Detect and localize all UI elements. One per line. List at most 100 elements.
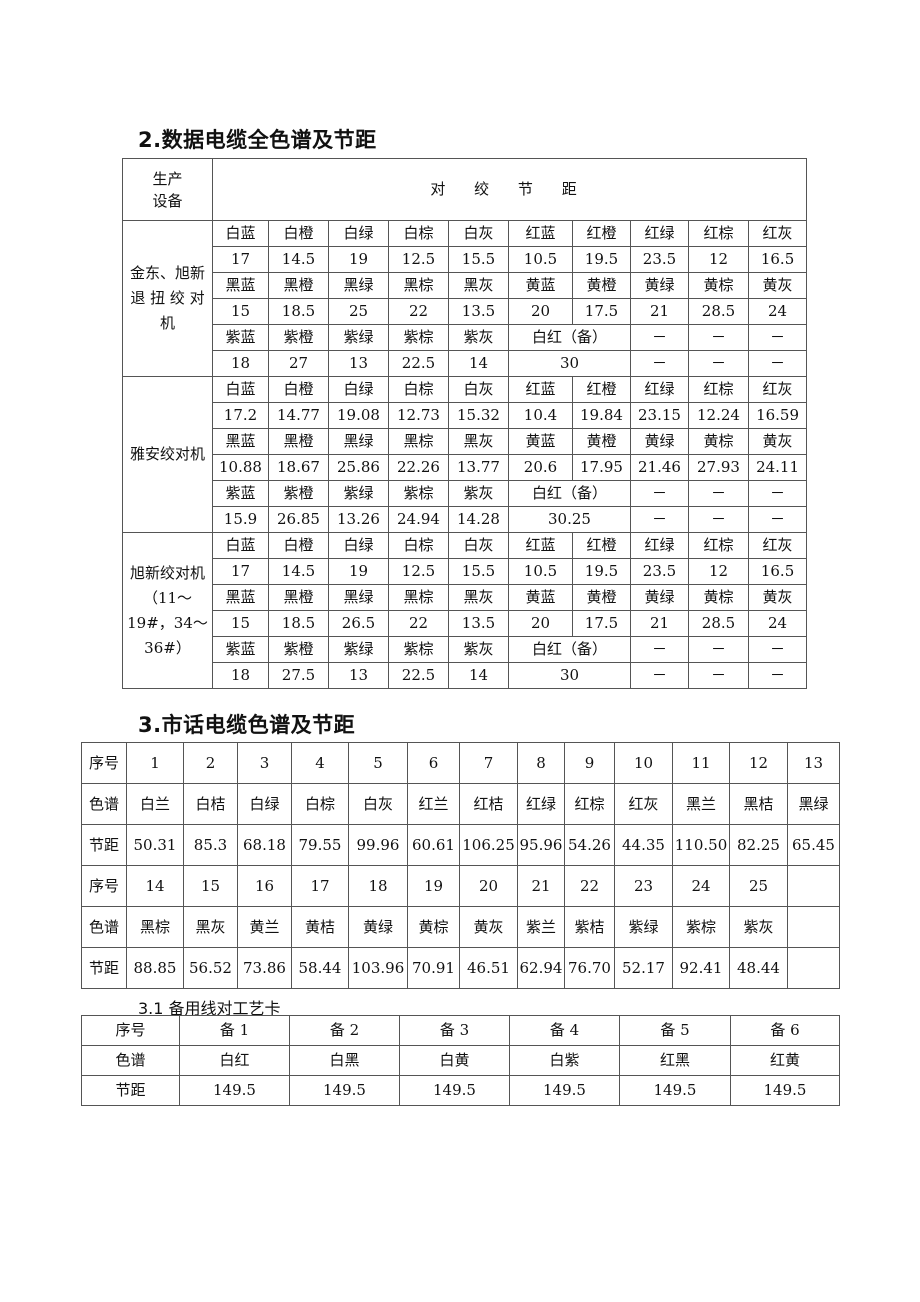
pitch-cell: 62.94 <box>517 947 565 989</box>
data-cable-pitch-table: 生产 设备对 绞 节 距金东、旭新退 扭 绞 对机 白蓝 白橙 白绿 白棕 白灰 红蓝 红橙红… <box>122 158 808 689</box>
pitch-cell: 30 <box>508 350 631 377</box>
pitch-cell: 25 <box>328 298 389 325</box>
color-cell: 白蓝 <box>212 220 269 247</box>
color-cell: 黄蓝 <box>508 272 573 299</box>
pitch-cell: － <box>688 506 749 533</box>
pitch-cell: － <box>747 506 808 533</box>
color-cell: 红蓝 <box>508 532 573 559</box>
color-cell: 黑橙 <box>268 428 329 455</box>
seq-cell: 19 <box>407 865 460 907</box>
color-cell: 黄绿 <box>348 906 408 948</box>
color-cell: 紫灰 <box>448 480 509 507</box>
color-cell: － <box>630 324 689 351</box>
pitch-cell: 30 <box>508 662 631 689</box>
seq-cell: 备 6 <box>730 1015 840 1046</box>
pitch-cell: 18 <box>212 350 269 377</box>
pitch-cell: 14.5 <box>268 246 329 273</box>
pitch-cell: 14 <box>448 662 509 689</box>
color-cell: 白灰 <box>448 376 509 403</box>
color-label: 色谱 <box>81 783 127 825</box>
pitch-row: 18 27 13 22.5 14 30 －－－ <box>123 350 808 377</box>
color-cell: － <box>747 636 808 663</box>
color-cell: 黄灰 <box>747 584 808 611</box>
section2-title: 2.数据电缆全色谱及节距 <box>138 128 377 152</box>
seq-cell: 11 <box>672 742 730 784</box>
color-cell: 红蓝 <box>508 220 573 247</box>
pitch-cell: 54.26 <box>564 824 615 866</box>
color-cell: 白灰 <box>348 783 408 825</box>
color-cell: 黄棕 <box>407 906 460 948</box>
device-name: 雅安绞对机 <box>122 376 213 533</box>
pitch-row: 18 27.5 13 22.5 14 30 －－－ <box>123 662 808 689</box>
pitch-label: 节距 <box>81 1075 180 1106</box>
pitch-cell: 23.15 <box>630 402 689 429</box>
pitch-cell: 46.51 <box>459 947 518 989</box>
pitch-cell: 48.44 <box>729 947 788 989</box>
color-cell: 红绿 <box>517 783 565 825</box>
color-cell: 白红（备） <box>508 480 631 507</box>
pitch-row: 10.88 18.67 25.86 22.26 13.77 20.6 17.95 21.46 2… <box>123 454 808 481</box>
pitch-cell: 16.5 <box>747 246 808 273</box>
color-cell: 黄橙 <box>572 272 631 299</box>
seq-cell: 15 <box>183 865 238 907</box>
pitch-cell: 56.52 <box>183 947 238 989</box>
pitch-cell: 25.86 <box>328 454 389 481</box>
seq-cell: 备 5 <box>619 1015 731 1046</box>
pitch-cell: 22.26 <box>388 454 449 481</box>
color-cell: 紫棕 <box>672 906 730 948</box>
pitch-row: 17 14.5 19 12.5 15.5 10.5 19.5 23.5 12 16.5 <box>123 246 808 273</box>
seq-cell: 1 <box>126 742 184 784</box>
pitch-cell: 22 <box>388 610 449 637</box>
pitch-row: 15 18.5 25 22 13.5 20 17.5 21 28.5 24 <box>123 298 808 325</box>
seq-cell: 2 <box>183 742 238 784</box>
seq-cell: 25 <box>729 865 788 907</box>
pitch-cell: 13 <box>328 350 389 377</box>
pitch-cell: 95.96 <box>517 824 565 866</box>
pitch-cell: 19.5 <box>572 246 631 273</box>
color-cell: 紫绿 <box>328 480 389 507</box>
color-cell: 白橙 <box>268 220 329 247</box>
pitch-cell: 15 <box>212 610 269 637</box>
seq-row: 序号备 1备 2备 3备 4备 5备 6 <box>81 1015 840 1046</box>
seq-cell: 17 <box>291 865 349 907</box>
pitch-cell: 26.5 <box>328 610 389 637</box>
seq-row: 序号 14 15 16 17 18 19 20 21 22 23 24 25 <box>81 865 840 907</box>
pitch-cell: 16.5 <box>747 558 808 585</box>
color-cell: － <box>688 636 749 663</box>
color-cell: 紫灰 <box>448 324 509 351</box>
color-cell: 紫橙 <box>268 636 329 663</box>
color-cell: 黄绿 <box>630 428 689 455</box>
pitch-cell: 88.85 <box>126 947 184 989</box>
seq-label: 序号 <box>81 1015 180 1046</box>
pitch-cell: 10.5 <box>508 558 573 585</box>
pitch-cell: 60.61 <box>407 824 460 866</box>
pitch-cell: 110.50 <box>672 824 730 866</box>
pitch-cell: 16.59 <box>747 402 808 429</box>
color-cell: － <box>747 480 808 507</box>
color-cell: 黄棕 <box>688 584 749 611</box>
color-cell: 黄棕 <box>688 428 749 455</box>
pitch-cell: 19.08 <box>328 402 389 429</box>
color-cell: 红灰 <box>614 783 673 825</box>
seq-cell: 备 1 <box>179 1015 290 1046</box>
color-cell: 黑蓝 <box>212 272 269 299</box>
pitch-cell: － <box>688 662 749 689</box>
color-cell: － <box>630 636 689 663</box>
pitch-cell: － <box>630 662 689 689</box>
pitch-cell: 19 <box>328 246 389 273</box>
seq-cell: 20 <box>459 865 518 907</box>
seq-cell: 6 <box>407 742 460 784</box>
pitch-row: 17.2 14.77 19.08 12.73 15.32 10.4 19.84 23.15 12… <box>123 402 808 429</box>
pitch-cell: 17.5 <box>572 610 631 637</box>
pitch-header: 对 绞 节 距 <box>211 158 808 221</box>
color-cell: 黑蓝 <box>212 584 269 611</box>
pitch-cell: 92.41 <box>672 947 730 989</box>
pitch-label: 节距 <box>81 947 127 989</box>
pitch-cell: 22.5 <box>388 350 449 377</box>
seq-label: 序号 <box>81 742 127 784</box>
pitch-row: 17 14.5 19 12.5 15.5 10.5 19.5 23.5 12 16.5 <box>123 558 808 585</box>
color-cell: 红灰 <box>747 220 808 247</box>
color-row: 雅安绞对机 白蓝 白橙 白绿 白棕 白灰 红蓝 红橙 红绿 红棕 红灰 <box>122 376 808 533</box>
pitch-cell: 106.25 <box>459 824 518 866</box>
pitch-cell: 17.95 <box>572 454 631 481</box>
